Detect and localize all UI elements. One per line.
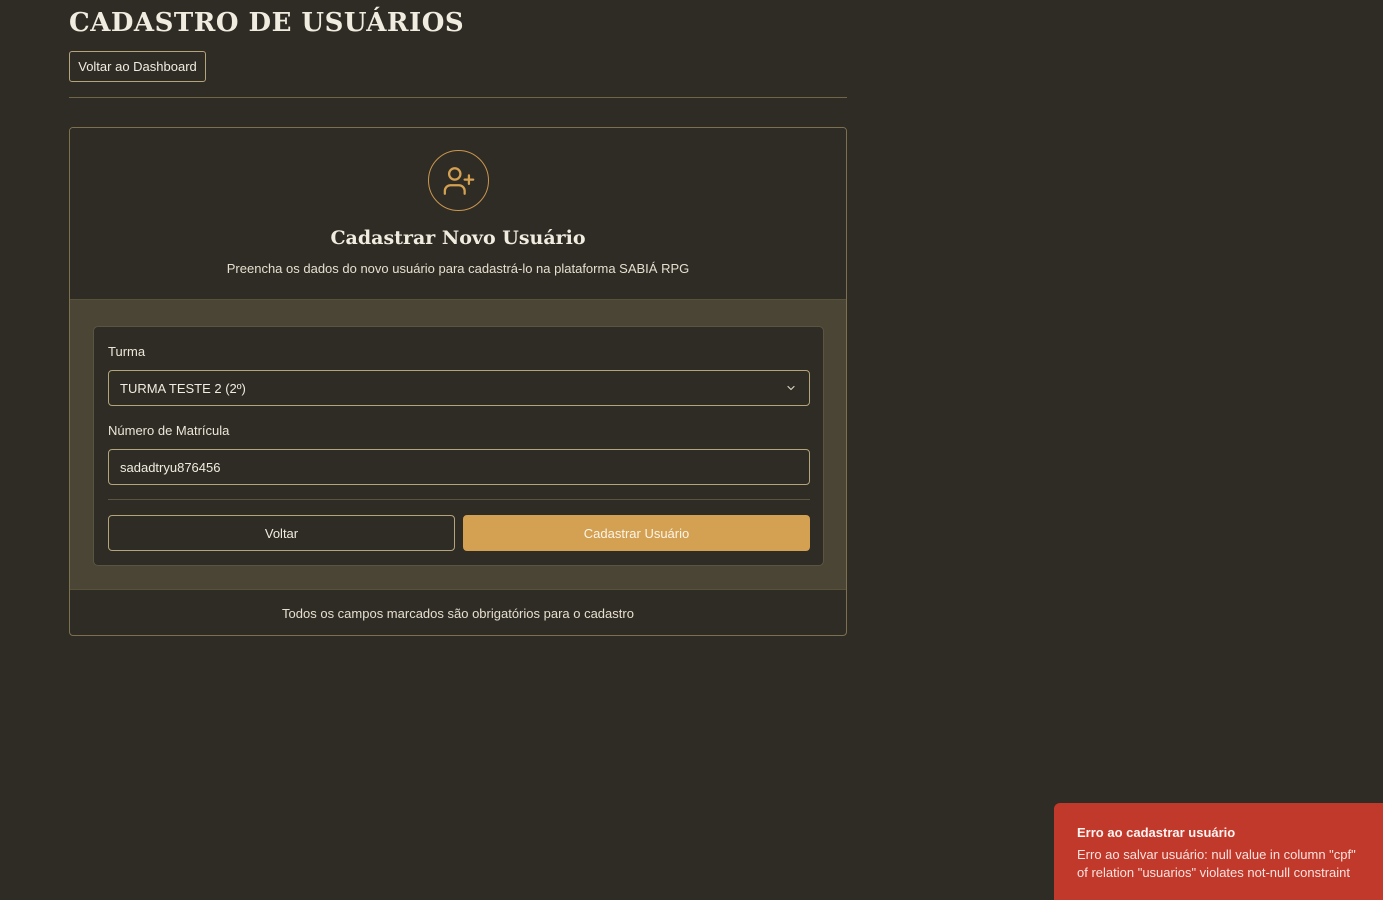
card-subtitle: Preencha os dados do novo usuário para c… xyxy=(226,261,690,276)
register-user-button[interactable]: Cadastrar Usuário xyxy=(463,515,810,551)
page-title: CADASTRO DE USUÁRIOS xyxy=(69,8,465,38)
turma-selected-value: TURMA TESTE 2 (2º) xyxy=(120,380,246,396)
turma-label: Turma xyxy=(108,344,146,359)
user-plus-icon xyxy=(428,150,489,211)
toast-title: Erro ao cadastrar usuário xyxy=(1077,825,1236,840)
toast-message: Erro ao salvar usuário: null value in co… xyxy=(1077,847,1356,880)
page: CADASTRO DE USUÁRIOS Voltar ao Dashboard… xyxy=(0,0,1383,900)
header-divider xyxy=(69,97,847,98)
matricula-label: Número de Matrícula xyxy=(108,423,230,438)
chevron-down-icon xyxy=(787,385,795,391)
back-button[interactable]: Voltar xyxy=(108,515,455,551)
error-toast[interactable]: Erro ao cadastrar usuário Erro ao salvar… xyxy=(1054,803,1383,900)
back-to-dashboard-button[interactable]: Voltar ao Dashboard xyxy=(69,51,206,82)
register-user-card: Cadastrar Novo Usuário Preencha os dados… xyxy=(69,127,847,636)
registration-form: Turma TURMA TESTE 2 (2º) Número de Matrí… xyxy=(93,326,824,566)
turma-select[interactable]: TURMA TESTE 2 (2º) xyxy=(108,370,810,406)
matricula-input[interactable] xyxy=(108,449,810,485)
form-divider xyxy=(108,499,810,500)
card-footer-note: Todos os campos marcados são obrigatório… xyxy=(70,589,846,635)
card-body: Turma TURMA TESTE 2 (2º) Número de Matrí… xyxy=(70,300,846,589)
card-title: Cadastrar Novo Usuário xyxy=(330,227,586,249)
card-header: Cadastrar Novo Usuário Preencha os dados… xyxy=(70,128,846,300)
